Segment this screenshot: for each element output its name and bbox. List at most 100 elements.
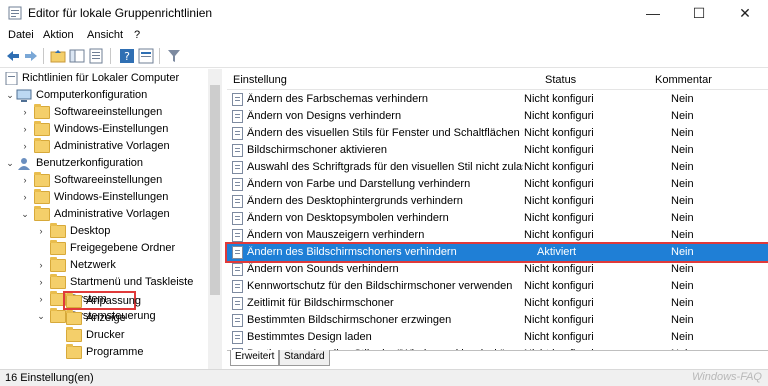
tab-standard[interactable]: Standard	[279, 350, 330, 366]
expand-chevron-icon[interactable]: ›	[20, 140, 30, 152]
tree-item-computer-windows[interactable]: › Windows-Einstellungen	[0, 121, 208, 138]
setting-status: Nicht konfiguri	[524, 195, 594, 207]
folder-icon	[50, 274, 66, 289]
tree-scrollbar[interactable]	[208, 69, 222, 369]
table-row[interactable]: Zeitlimit für Bildschirmschoner Nicht kon…	[227, 295, 768, 312]
tree-item-anzeige[interactable]: Anzeige	[0, 310, 208, 327]
setting-comment: Nein	[671, 331, 694, 343]
table-row[interactable]: Ändern des Bildschirmschoners verhindern…	[225, 242, 768, 263]
policy-setting-icon	[232, 93, 243, 106]
policy-setting-icon	[232, 127, 243, 140]
policy-setting-icon	[232, 161, 243, 174]
tree-item-programme[interactable]: Programme	[0, 344, 208, 361]
expand-chevron-icon[interactable]: ›	[36, 225, 46, 237]
expand-chevron-icon[interactable]: ›	[36, 259, 46, 271]
table-row[interactable]: Kennwortschutz für den Bildschirmschoner…	[227, 278, 768, 295]
folder-icon	[34, 138, 50, 153]
watermark: Windows-FAQ	[692, 371, 762, 383]
tree-item-computer[interactable]: ⌄ Computerkonfiguration	[0, 87, 208, 104]
expand-chevron-icon[interactable]: ›	[36, 276, 46, 288]
collapse-chevron-icon[interactable]: ⌄	[20, 208, 30, 220]
setting-comment: Nein	[671, 161, 694, 173]
folder-icon	[66, 293, 82, 308]
setting-name: Ändern des Bildschirmschoners verhindern	[247, 246, 457, 258]
setting-status: Nicht konfiguri	[524, 212, 594, 224]
filter-icon[interactable]	[165, 47, 183, 65]
tree-item-drucker[interactable]: Drucker	[0, 327, 208, 344]
tree-item-startmenu[interactable]: › Startmenü und Taskleiste	[0, 274, 208, 291]
column-header-comment[interactable]: Kommentar	[655, 74, 712, 86]
expand-chevron-icon[interactable]: ›	[20, 174, 30, 186]
table-row[interactable]: Ändern von Farbe und Darstellung verhind…	[227, 176, 768, 193]
toolbar-separator	[159, 48, 160, 64]
table-row[interactable]: Ändern von Sounds verhindern Nicht konfig…	[227, 261, 768, 278]
collapse-chevron-icon[interactable]: ⌄	[5, 89, 15, 101]
toolbar: ?	[0, 45, 768, 68]
menu-help[interactable]: ?	[134, 29, 140, 41]
setting-comment: Nein	[671, 195, 694, 207]
back-arrow-icon[interactable]	[4, 47, 22, 65]
forward-arrow-icon[interactable]	[22, 47, 40, 65]
setting-comment: Nein	[671, 229, 694, 241]
tree-item-computer-software[interactable]: › Softwareeinstellungen	[0, 104, 208, 121]
help-icon[interactable]: ?	[118, 47, 136, 65]
column-header-setting[interactable]: Einstellung	[233, 74, 287, 86]
tree-item-shared-folders[interactable]: Freigegebene Ordner	[0, 240, 208, 257]
table-row[interactable]: Ändern von Desktopsymbolen verhindern Nic…	[227, 210, 768, 227]
setting-status: Nicht konfiguri	[524, 161, 594, 173]
tree-item-anpassung[interactable]: Anpassung	[0, 293, 208, 310]
table-row[interactable]: Ändern von Mauszeigern verhindern Nicht k…	[227, 227, 768, 244]
expand-chevron-icon[interactable]: ›	[20, 106, 30, 118]
tree-item-user-admin[interactable]: ⌄ Administrative Vorlagen	[0, 206, 208, 223]
close-button[interactable]: ✕	[722, 0, 768, 26]
tree-item-root[interactable]: Richtlinien für Lokaler Computer	[0, 70, 208, 87]
properties-icon[interactable]	[137, 47, 155, 65]
tree-item-user-software[interactable]: › Softwareeinstellungen	[0, 172, 208, 189]
table-row[interactable]: Bestimmtes Design laden Nicht konfiguri Ne…	[227, 329, 768, 346]
maximize-button[interactable]: ☐	[676, 0, 722, 26]
folder-icon	[50, 223, 66, 238]
column-header-status[interactable]: Status	[545, 74, 576, 86]
tree-item-desktop[interactable]: › Desktop	[0, 223, 208, 240]
table-row[interactable]: Bestimmten Bildschirmschoner erzwingen Ni…	[227, 312, 768, 329]
setting-name: Bestimmtes Design laden	[247, 331, 372, 343]
collapse-chevron-icon[interactable]: ⌄	[5, 157, 15, 169]
expand-chevron-icon[interactable]: ›	[20, 191, 30, 203]
setting-name: Zeitlimit für Bildschirmschoner	[247, 297, 394, 309]
setting-comment: Nein	[671, 110, 694, 122]
table-row[interactable]: Ändern des Desktophintergrunds verhinder…	[227, 193, 768, 210]
setting-status: Nicht konfiguri	[524, 280, 594, 292]
setting-status: Nicht konfiguri	[524, 331, 594, 343]
tree-item-user-windows[interactable]: › Windows-Einstellungen	[0, 189, 208, 206]
tree-item-computer-admin[interactable]: › Administrative Vorlagen	[0, 138, 208, 155]
up-folder-icon[interactable]	[49, 47, 67, 65]
minimize-button[interactable]: —	[630, 0, 676, 26]
tree-scrollbar-thumb[interactable]	[210, 85, 220, 295]
tab-extended[interactable]: Erweitert	[230, 350, 280, 366]
setting-name: Ändern von Designs verhindern	[247, 110, 402, 122]
table-row[interactable]: Ändern des Farbschemas verhindern Nicht k…	[227, 91, 768, 108]
export-list-icon[interactable]	[87, 47, 105, 65]
tree-item-network[interactable]: › Netzwerk	[0, 257, 208, 274]
menu-aktion[interactable]: Aktion	[43, 29, 74, 41]
window-title: Editor für lokale Gruppenrichtlinien	[28, 6, 213, 20]
show-hide-tree-icon[interactable]	[68, 47, 86, 65]
policy-setting-icon	[232, 331, 243, 344]
folder-icon	[34, 189, 50, 204]
table-row[interactable]: Auswahl des Schriftgrads für den visuell…	[227, 159, 768, 176]
setting-comment: Nein	[671, 93, 694, 105]
setting-name: Ändern von Mauszeigern verhindern	[247, 229, 425, 241]
policy-setting-icon	[232, 144, 243, 157]
folder-icon	[66, 310, 82, 325]
policy-setting-icon	[232, 263, 243, 276]
policy-setting-icon	[232, 229, 243, 242]
menu-ansicht[interactable]: Ansicht	[87, 29, 123, 41]
setting-comment: Nein	[671, 144, 694, 156]
tree-item-user[interactable]: ⌄ Benutzerkonfiguration	[0, 155, 208, 172]
table-row[interactable]: Ändern des visuellen Stils für Fenster u…	[227, 125, 768, 142]
policy-setting-icon	[232, 246, 243, 259]
table-row[interactable]: Bildschirmschoner aktivieren Nicht konfig…	[227, 142, 768, 159]
menu-datei[interactable]: Datei	[8, 29, 34, 41]
table-row[interactable]: Ändern von Designs verhindern Nicht konfi…	[227, 108, 768, 125]
expand-chevron-icon[interactable]: ›	[20, 123, 30, 135]
